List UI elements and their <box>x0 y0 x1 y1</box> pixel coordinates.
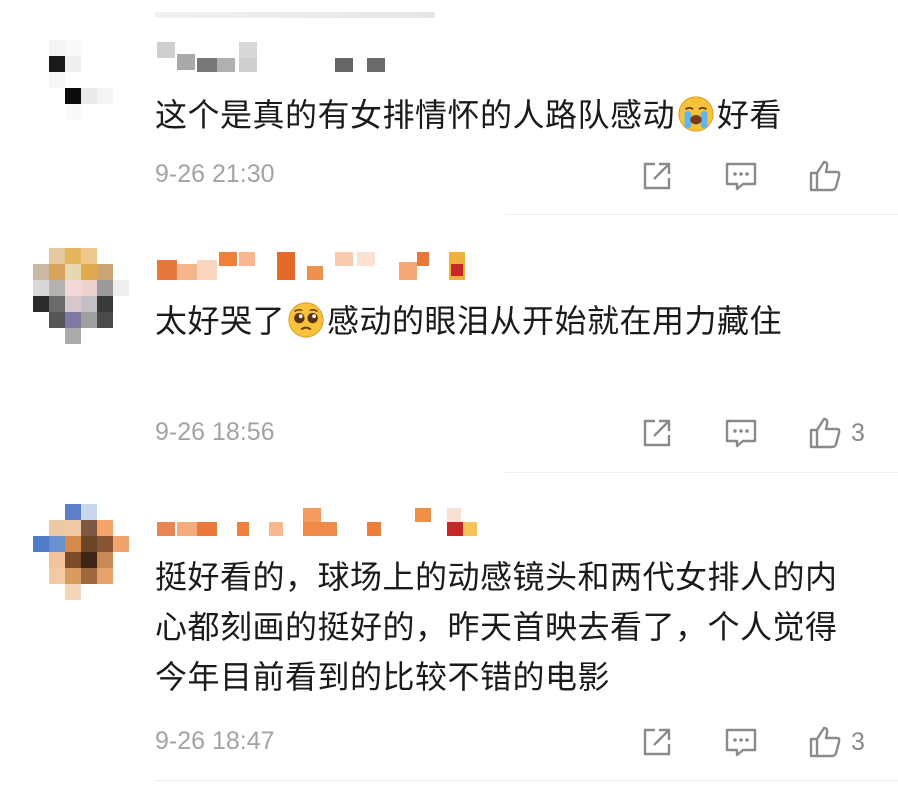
like-button[interactable]: 3 <box>807 724 865 760</box>
share-icon[interactable] <box>639 724 675 760</box>
avatar-pixelated[interactable] <box>33 504 129 600</box>
like-count: 3 <box>851 727 865 756</box>
username-pixelated[interactable] <box>157 504 487 536</box>
top-faded-line <box>155 12 435 18</box>
comment-actions: 3 <box>639 722 865 762</box>
thumbs-up-icon <box>807 724 843 760</box>
comment-actions <box>639 156 865 196</box>
comment-text: 太好哭了 感动的眼泪从开始就在用力藏住 <box>155 296 875 346</box>
thumbs-up-icon <box>807 158 843 194</box>
like-button[interactable]: 3 <box>807 415 865 451</box>
comment-icon[interactable] <box>723 415 759 451</box>
share-icon[interactable] <box>639 158 675 194</box>
username-pixelated[interactable] <box>157 248 477 280</box>
comment-timestamp: 9-26 18:47 <box>155 727 275 755</box>
loudly-crying-face-icon <box>677 95 715 133</box>
comment-text: 挺好看的，球场上的动感镜头和两代女排人的内心都刻画的挺好的，昨天首映去看了，个人… <box>155 552 855 702</box>
divider <box>155 780 898 781</box>
comment-icon[interactable] <box>723 724 759 760</box>
comment-icon[interactable] <box>723 158 759 194</box>
comment-text: 这个是真的有女排情怀的人路队感动 好看 <box>155 90 875 140</box>
divider <box>505 472 898 473</box>
pleading-face-icon <box>287 301 325 339</box>
share-icon[interactable] <box>639 415 675 451</box>
comment-timestamp: 9-26 21:30 <box>155 160 275 188</box>
thumbs-up-icon <box>807 415 843 451</box>
comment-text-part: 好看 <box>717 96 783 134</box>
comment-text-part: 挺好看的，球场上的动感镜头和两代女排人的内心都刻画的挺好的，昨天首映去看了，个人… <box>155 558 838 696</box>
comment-text-part: 这个是真的有女排情怀的人路队感动 <box>155 96 676 134</box>
avatar-pixelated[interactable] <box>33 40 129 136</box>
comment-actions: 3 <box>639 413 865 453</box>
comment-text-part: 太好哭了 <box>155 302 286 340</box>
like-button[interactable] <box>807 158 865 194</box>
avatar-pixelated[interactable] <box>33 248 129 344</box>
divider <box>505 214 898 215</box>
username-pixelated[interactable] <box>157 40 397 72</box>
comment-timestamp: 9-26 18:56 <box>155 418 275 446</box>
like-count: 3 <box>851 418 865 447</box>
comment-text-part: 感动的眼泪从开始就在用力藏住 <box>327 302 783 340</box>
